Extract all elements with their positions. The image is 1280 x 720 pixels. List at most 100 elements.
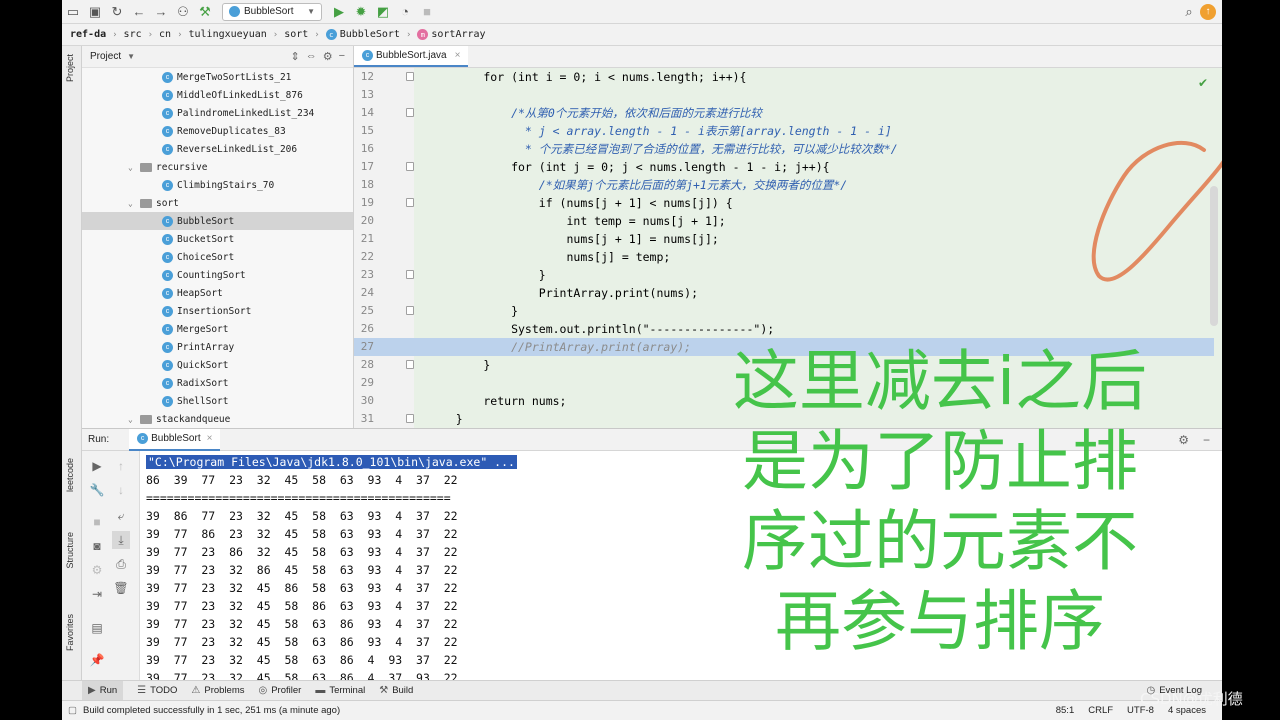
stop-icon[interactable]: ■ [416, 2, 438, 22]
tree-folder[interactable]: ⌄ sort [82, 194, 353, 212]
stop-icon[interactable]: ■ [88, 513, 106, 531]
coverage-icon[interactable]: ◩ [372, 2, 394, 22]
forward-icon[interactable]: → [150, 2, 172, 22]
tree-item[interactable]: c MiddleOfLinkedList_876 [82, 86, 353, 104]
print-icon[interactable]: ⎙ [112, 555, 130, 573]
inspection-ok-icon[interactable]: ✔ [1198, 76, 1208, 90]
chevron-down-icon[interactable]: ▼ [127, 52, 135, 61]
fold-icon[interactable] [406, 108, 414, 117]
tree-item[interactable]: c RadixSort [82, 374, 353, 392]
rerun-icon[interactable]: ▶ [88, 457, 106, 475]
back-icon[interactable]: ← [128, 2, 150, 22]
line-number[interactable]: 23 [354, 266, 374, 284]
line-number[interactable]: 24 [354, 284, 374, 302]
line-number[interactable]: 14 [354, 104, 374, 122]
tree-item[interactable]: c PalindromeLinkedList_234 [82, 104, 353, 122]
profile-icon[interactable]: ◔ [394, 2, 416, 22]
tab-structure[interactable]: Structure [65, 532, 75, 569]
line-number[interactable]: 18 [354, 176, 374, 194]
tree-item[interactable]: c HeapSort [82, 284, 353, 302]
layout-icon[interactable]: ▤ [88, 619, 106, 637]
save-icon[interactable]: ▣ [84, 2, 106, 22]
fold-icon[interactable] [406, 198, 414, 207]
line-number[interactable]: 17 [354, 158, 374, 176]
chevron-down-icon[interactable]: ⌄ [128, 163, 140, 172]
folder-icon[interactable]: ▭ [62, 2, 84, 22]
fold-icon[interactable] [406, 360, 414, 369]
tree-item[interactable]: c CountingSort [82, 266, 353, 284]
update-icon[interactable]: ↑ [1200, 3, 1216, 20]
fold-icon[interactable] [406, 306, 414, 315]
tab-run[interactable]: ▶ Run [82, 680, 124, 701]
run-tab[interactable]: c BubbleSort × [129, 428, 221, 451]
tab-bubblesort-java[interactable]: c BubbleSort.java × [354, 46, 469, 67]
tree-item[interactable]: c MergeSort [82, 320, 353, 338]
tab-build[interactable]: ⚒ Build [379, 685, 413, 696]
panel-toggle-icon[interactable]: ▢ [68, 705, 77, 716]
search-icon[interactable]: ⌕ [1178, 2, 1200, 22]
tab-terminal[interactable]: ▬ Terminal [315, 685, 365, 696]
chevron-down-icon[interactable]: ⌄ [128, 415, 140, 424]
fold-icon[interactable] [406, 72, 414, 81]
run-icon[interactable]: ▶ [328, 2, 350, 22]
trash-icon[interactable]: 🗑 [112, 579, 130, 597]
caret-position[interactable]: 85:1 [1056, 705, 1075, 716]
tab-problems[interactable]: ⚠ Problems [191, 685, 244, 696]
camera-icon[interactable]: ◙ [88, 537, 106, 555]
line-number[interactable]: 12 [354, 68, 374, 86]
breadcrumb-item[interactable]: src [124, 29, 142, 40]
run-config-select[interactable]: BubbleSort ▼ [222, 2, 322, 21]
tree-item[interactable]: c ClimbingStairs_70 [82, 176, 353, 194]
line-number[interactable]: 22 [354, 248, 374, 266]
line-number[interactable]: 19 [354, 194, 374, 212]
tree-item[interactable]: c MergeTwoSortLists_21 [82, 68, 353, 86]
tree-item[interactable]: c InsertionSort [82, 302, 353, 320]
line-number[interactable]: 25 [354, 302, 374, 320]
breadcrumb-item[interactable]: sort [284, 29, 308, 40]
minimize-icon[interactable]: − [339, 50, 345, 63]
down-icon[interactable]: ↓ [112, 481, 130, 499]
line-number[interactable]: 21 [354, 230, 374, 248]
tree-item[interactable]: c BucketSort [82, 230, 353, 248]
fold-icon[interactable] [406, 414, 414, 423]
close-icon[interactable]: × [207, 433, 213, 444]
tree-item[interactable]: c ReverseLinkedList_206 [82, 140, 353, 158]
debug-icon[interactable]: ✹ [350, 2, 372, 22]
breadcrumb-item[interactable]: c BubbleSort [325, 29, 400, 40]
up-icon[interactable]: ↑ [112, 457, 130, 475]
line-number[interactable]: 31 [354, 410, 374, 428]
project-title[interactable]: Project [90, 51, 121, 62]
tab-todo[interactable]: ☰ TODO [137, 685, 177, 696]
line-number[interactable]: 28 [354, 356, 374, 374]
sync-icon[interactable]: ↻ [106, 2, 128, 22]
breadcrumb-item[interactable]: cn [159, 29, 171, 40]
tab-favorites[interactable]: Favorites [65, 614, 75, 651]
wrench-icon[interactable]: 🔧 [88, 481, 106, 499]
tree-item[interactable]: c QuickSort [82, 356, 353, 374]
line-number[interactable]: 30 [354, 392, 374, 410]
fold-icon[interactable] [406, 270, 414, 279]
line-number[interactable]: 15 [354, 122, 374, 140]
breadcrumb-item[interactable]: tulingxueyuan [189, 29, 267, 40]
tree-folder[interactable]: ⌄ recursive [82, 158, 353, 176]
build-icon[interactable]: ⚒ [194, 2, 216, 22]
tree-item[interactable]: c RemoveDuplicates_83 [82, 122, 353, 140]
tab-leetcode[interactable]: leetcode [65, 458, 75, 492]
breadcrumb-item[interactable]: ref-da [70, 29, 106, 40]
minimize-icon[interactable]: − [1203, 433, 1210, 447]
soft-wrap-icon[interactable]: ⤶ [112, 507, 130, 525]
vcs-icon[interactable]: ⚇ [172, 2, 194, 22]
line-number[interactable]: 20 [354, 212, 374, 230]
close-icon[interactable]: × [455, 50, 461, 61]
tree-item[interactable]: c ChoiceSort [82, 248, 353, 266]
settings-icon[interactable]: ⚙ [88, 561, 106, 579]
tab-project[interactable]: Project [65, 54, 75, 82]
tree-folder[interactable]: ⌄ stackandqueue [82, 410, 353, 428]
exit-icon[interactable]: ⇥ [88, 585, 106, 603]
line-number[interactable]: 16 [354, 140, 374, 158]
line-number[interactable]: 13 [354, 86, 374, 104]
line-separator[interactable]: CRLF [1088, 705, 1113, 716]
tree-item[interactable]: c ShellSort [82, 392, 353, 410]
line-number[interactable]: 29 [354, 374, 374, 392]
scroll-to-end-icon[interactable]: ⤓ [112, 531, 130, 549]
